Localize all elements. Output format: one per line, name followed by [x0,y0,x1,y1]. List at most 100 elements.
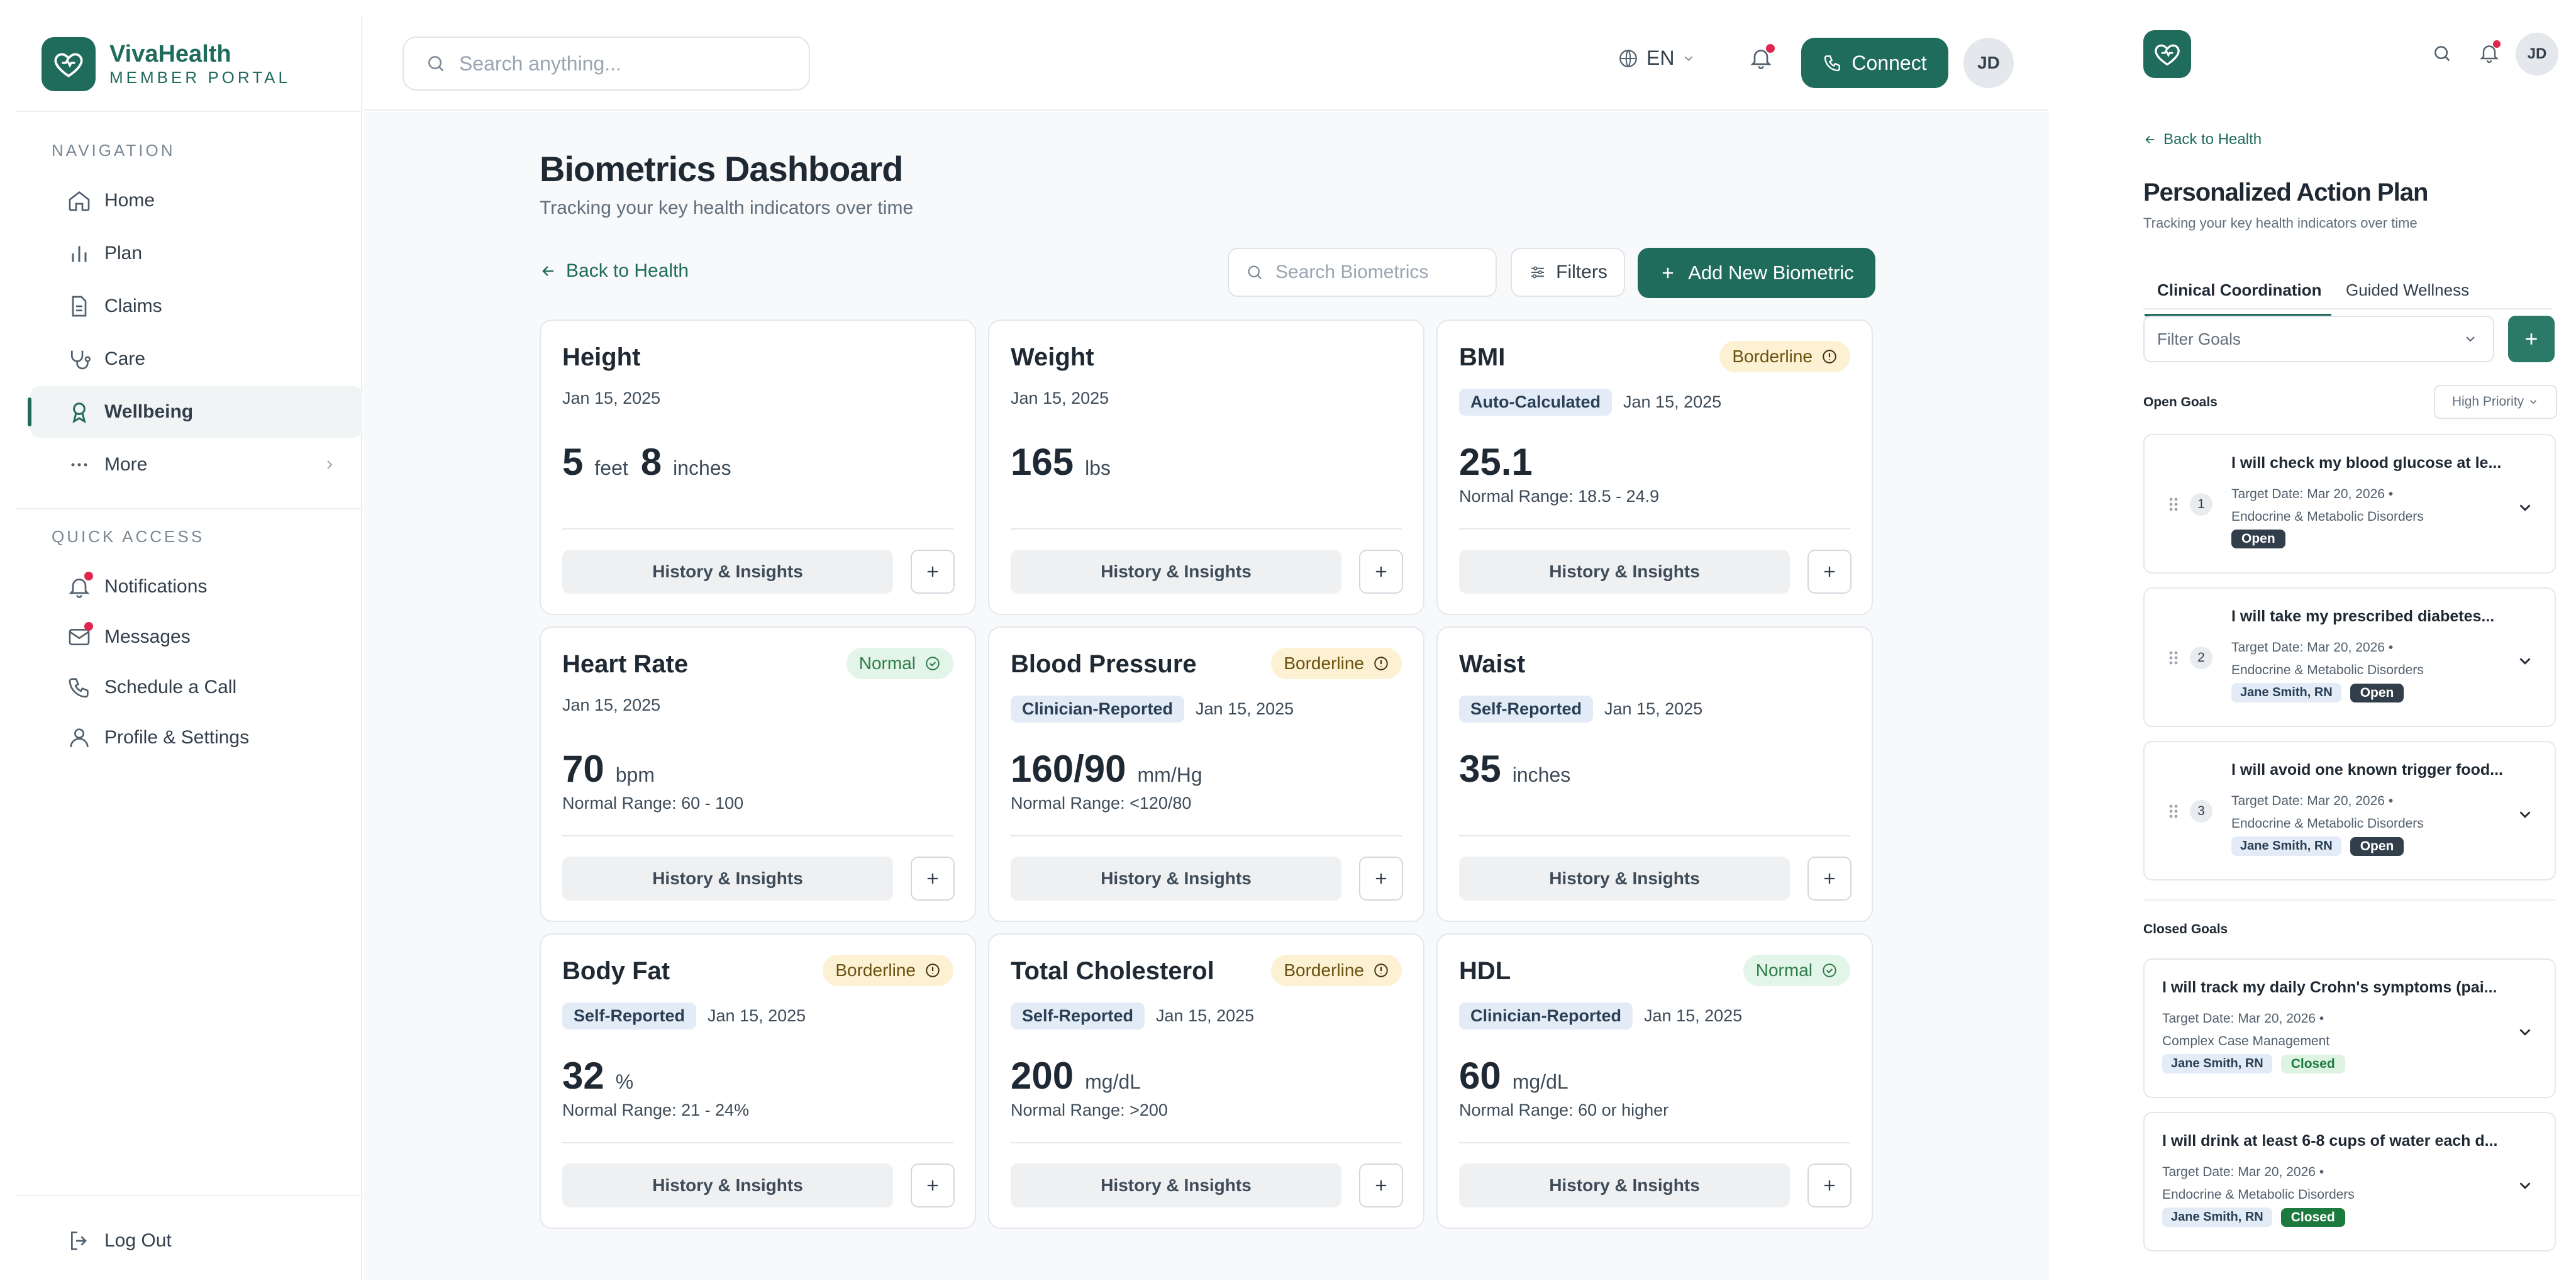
add-reading-button[interactable] [1359,550,1403,594]
add-new-biometric-button[interactable]: Add New Biometric [1638,248,1875,298]
avatar[interactable]: JD [1963,38,2014,88]
biometric-card-total-cholesterol: Total Cholesterol Borderline Self-Report… [988,933,1424,1229]
history-insights-button[interactable]: History & Insights [1459,1163,1790,1208]
normal-range: Normal Range: >200 [1011,1101,1168,1119]
chevron-down-icon[interactable] [2516,652,2534,670]
source-chip: Clinician-Reported [1459,1002,1633,1030]
add-reading-button[interactable] [1807,550,1852,594]
goal-card[interactable]: 3 I will avoid one known trigger food...… [2143,741,2556,880]
value-unit: mg/dL [1085,1070,1141,1093]
goal-card[interactable]: I will track my daily Crohn's symptoms (… [2143,958,2556,1098]
quick-item-profile-settings[interactable]: Profile & Settings [30,712,362,763]
goal-meta: Target Date: Mar 20, 2026 • Endocrine & M… [2231,794,2424,831]
filter-goals-select[interactable]: Filter Goals [2143,316,2494,362]
value-unit: bpm [615,763,655,786]
stethoscope-icon [67,347,92,372]
search-biometrics-input[interactable]: Search Biometrics [1228,248,1497,297]
card-meta: Self-Reported Jan 15, 2025 [1459,696,1702,723]
history-insights-button[interactable]: History & Insights [1011,1163,1341,1208]
notifications-button[interactable] [1748,44,1775,70]
filters-button[interactable]: Filters [1511,248,1625,297]
plus-icon [1824,566,1835,577]
home-icon [67,188,92,213]
notifications-button[interactable] [2478,40,2501,64]
brand[interactable]: VivaHealth MEMBER PORTAL [42,36,291,92]
priority-select[interactable]: High Priority [2434,385,2557,419]
add-reading-button[interactable] [1807,857,1852,901]
history-insights-button[interactable]: History & Insights [562,1163,893,1208]
add-reading-button[interactable] [911,1163,955,1208]
arrow-left-icon [542,266,554,276]
card-value: 25.1 [1459,440,1533,484]
plus-icon [1824,1180,1835,1191]
value-number: 25.1 [1459,441,1533,483]
drag-handle-icon[interactable] [2167,649,2180,667]
card-date: Jan 15, 2025 [1623,392,1722,411]
chevron-down-icon [2463,331,2478,347]
add-reading-button[interactable] [911,857,955,901]
value-number: 200 [1011,1055,1074,1097]
sidebar-item-home[interactable]: Home [30,175,362,226]
back-to-health-link[interactable]: Back to Health [540,260,689,282]
chevron-down-icon[interactable] [2516,805,2534,824]
add-reading-button[interactable] [1807,1163,1852,1208]
value-unit: mg/dL [1512,1070,1568,1093]
biometric-card-hdl: HDL Normal Clinician-Reported Jan 15, 202… [1436,933,1873,1229]
card-value: 35 inches [1459,747,1583,791]
drag-handle-icon[interactable] [2167,802,2180,820]
chevron-right-icon [322,457,337,472]
phone-icon [1824,55,1841,72]
divider [1459,1142,1850,1143]
history-insights-button[interactable]: History & Insights [1011,550,1341,594]
tab-guided-wellness[interactable]: Guided Wellness [2346,280,2469,300]
quick-item-messages[interactable]: Messages [30,611,362,663]
sidebar-item-more[interactable]: More [30,439,362,491]
add-label: Add New Biometric [1688,262,1854,284]
add-reading-button[interactable] [1359,1163,1403,1208]
quick-item-schedule-call[interactable]: Schedule a Call [30,662,362,713]
add-reading-button[interactable] [911,550,955,594]
avatar[interactable]: JD [2516,33,2558,75]
chevron-down-icon[interactable] [2516,1023,2534,1041]
drag-handle-icon[interactable] [2167,496,2180,513]
sidebar-item-care[interactable]: Care [30,333,362,385]
divider [562,528,953,530]
sidebar-item-claims[interactable]: Claims [30,280,362,332]
language-selector[interactable]: EN [1618,47,1696,70]
plus-icon [1824,873,1835,884]
search-button[interactable] [2431,43,2453,64]
back-to-health-link[interactable]: Back to Health [2143,131,2262,148]
sidebar-item-wellbeing[interactable]: Wellbeing [28,386,362,438]
goal-card[interactable]: 1 I will check my blood glucose at le...… [2143,434,2556,574]
search-icon [2434,46,2450,62]
status-label: Borderline [1732,347,1813,366]
goal-card[interactable]: 2 I will take my prescribed diabetes... … [2143,587,2556,727]
source-chip: Self-Reported [1459,696,1594,723]
goal-tags: Jane Smith, RN Closed [2162,1208,2345,1227]
add-goal-button[interactable] [2508,316,2555,362]
ribbon-icon [67,399,92,425]
heart-logo-icon[interactable] [2143,30,2191,78]
biometric-card-waist: Waist Self-Reported Jan 15, 2025 35 inche… [1436,626,1873,922]
history-insights-button[interactable]: History & Insights [1459,857,1790,901]
history-insights-button[interactable]: History & Insights [1011,857,1341,901]
chevron-down-icon[interactable] [2516,498,2534,517]
document-icon [67,294,92,319]
logout-button[interactable]: Log Out [30,1215,362,1267]
goal-card[interactable]: I will drink at least 6-8 cups of water … [2143,1112,2556,1252]
chevron-down-icon[interactable] [2516,1176,2534,1195]
global-search-input[interactable]: Search anything... [402,36,810,91]
sidebar-item-plan[interactable]: Plan [30,228,362,279]
card-date: Jan 15, 2025 [562,696,661,714]
add-reading-button[interactable] [1359,857,1403,901]
quick-item-notifications[interactable]: Notifications [30,561,362,613]
history-insights-button[interactable]: History & Insights [562,857,893,901]
sidebar-item-label: Home [104,190,155,211]
tab-clinical-coordination[interactable]: Clinical Coordination [2144,280,2332,316]
goal-category: Endocrine & Metabolic Disorders [2162,1187,2355,1202]
connect-button[interactable]: Connect [1801,38,1948,88]
notification-dot [84,622,93,631]
assignee-badge: Jane Smith, RN [2231,836,2341,856]
history-insights-button[interactable]: History & Insights [1459,550,1790,594]
history-insights-button[interactable]: History & Insights [562,550,893,594]
